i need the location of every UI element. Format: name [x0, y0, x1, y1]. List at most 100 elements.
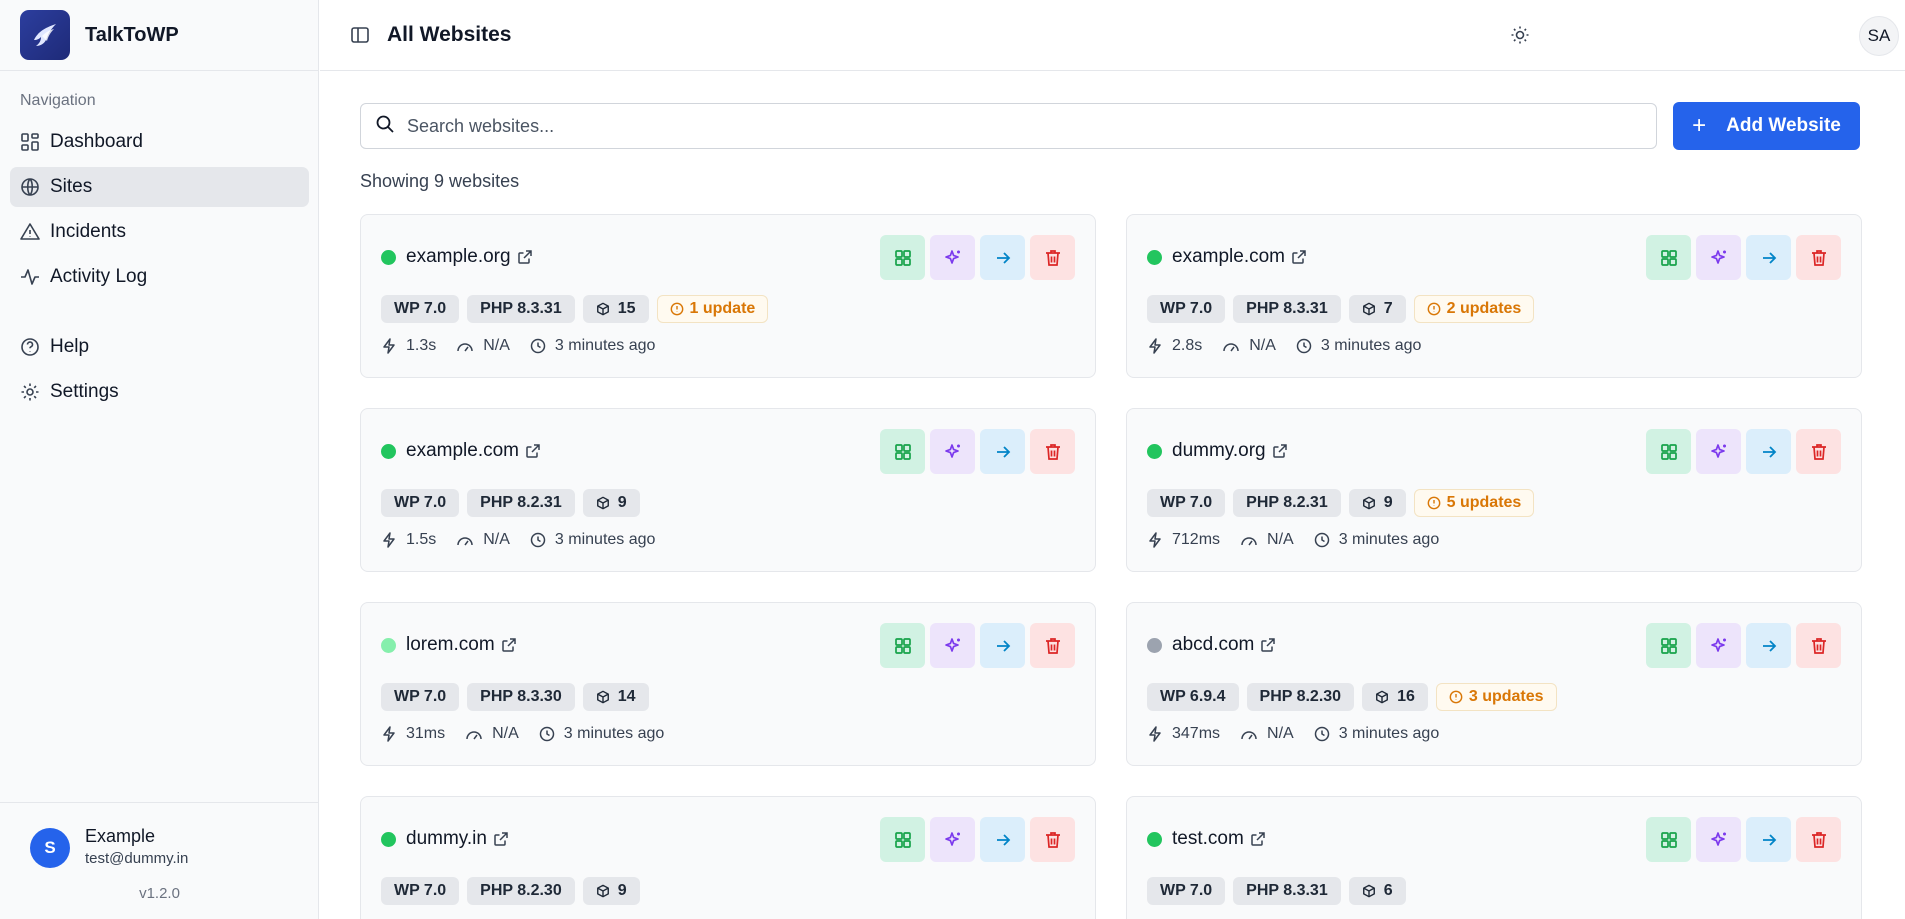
results-count: Showing 9 websites — [360, 171, 520, 191]
site-card[interactable]: dummy.in WP 7.0 PHP 8.2.30 9 — [360, 796, 1096, 919]
avatar[interactable]: S — [30, 828, 70, 868]
site-card[interactable]: example.com WP 7.0 PHP 8.3.31 7 2 update… — [1126, 214, 1862, 378]
warning-circle-icon — [1427, 496, 1441, 510]
delete-site-button[interactable] — [1030, 429, 1075, 474]
external-link-icon[interactable] — [1250, 831, 1266, 847]
open-site-button[interactable] — [1746, 235, 1791, 280]
open-site-button[interactable] — [980, 817, 1025, 862]
open-site-button[interactable] — [1746, 817, 1791, 862]
site-card[interactable]: example.com WP 7.0 PHP 8.2.31 9 1.5s N/A… — [360, 408, 1096, 572]
site-actions — [1641, 429, 1841, 474]
delete-site-button[interactable] — [1030, 623, 1075, 668]
ai-assist-button[interactable] — [930, 817, 975, 862]
external-link-icon[interactable] — [493, 831, 509, 847]
php-version-badge: PHP 8.3.31 — [467, 295, 575, 323]
site-badges: WP 7.0 PHP 8.2.31 9 — [381, 489, 648, 517]
brand: TalkToWP — [0, 0, 318, 71]
external-link-icon[interactable] — [1260, 637, 1276, 653]
ai-assist-button[interactable] — [930, 429, 975, 474]
delete-site-button[interactable] — [1030, 817, 1075, 862]
ai-assist-button[interactable] — [930, 623, 975, 668]
site-card[interactable]: lorem.com WP 7.0 PHP 8.3.30 14 31ms N/A … — [360, 602, 1096, 766]
site-actions — [1641, 817, 1841, 862]
sidebar-item-help[interactable]: Help — [10, 327, 309, 367]
site-name-link[interactable]: example.com — [406, 440, 519, 462]
dashboard-button[interactable] — [1646, 429, 1691, 474]
dashboard-button[interactable] — [880, 429, 925, 474]
site-name-link[interactable]: example.org — [406, 246, 511, 268]
sidebar-item-sites[interactable]: Sites — [10, 167, 309, 207]
open-site-button[interactable] — [1746, 429, 1791, 474]
add-website-label: Add Website — [1726, 115, 1841, 136]
gear-icon — [20, 382, 40, 402]
ai-assist-button[interactable] — [930, 235, 975, 280]
site-name-link[interactable]: abcd.com — [1172, 634, 1254, 656]
external-link-icon[interactable] — [501, 637, 517, 653]
site-card-header: lorem.com — [381, 634, 517, 656]
delete-site-button[interactable] — [1796, 817, 1841, 862]
delete-site-button[interactable] — [1796, 429, 1841, 474]
status-indicator — [1147, 637, 1162, 653]
site-card[interactable]: abcd.com WP 6.9.4 PHP 8.2.30 16 3 update… — [1126, 602, 1862, 766]
updates-badge[interactable]: 1 update — [656, 295, 769, 323]
site-name-link[interactable]: dummy.in — [406, 828, 487, 850]
site-name-link[interactable]: test.com — [1172, 828, 1244, 850]
trash-icon — [1045, 249, 1060, 266]
arrow-right-icon — [1762, 251, 1776, 264]
open-site-button[interactable] — [980, 623, 1025, 668]
user-profile[interactable]: S Example test@dummy.in v1.2.0 — [0, 802, 319, 919]
search-box[interactable] — [360, 103, 1657, 149]
grid-icon — [1660, 443, 1677, 460]
grid-icon — [894, 249, 911, 266]
ai-assist-button[interactable] — [1696, 235, 1741, 280]
sun-icon[interactable] — [1508, 23, 1532, 47]
sparkles-icon — [944, 831, 960, 846]
sidebar-item-activity-log[interactable]: Activity Log — [10, 257, 309, 297]
delete-site-button[interactable] — [1796, 235, 1841, 280]
header-avatar[interactable]: SA — [1859, 16, 1899, 56]
sidebar-item-incidents[interactable]: Incidents — [10, 212, 309, 252]
open-site-button[interactable] — [1746, 623, 1791, 668]
ai-assist-button[interactable] — [1696, 623, 1741, 668]
dashboard-button[interactable] — [1646, 235, 1691, 280]
updates-badge[interactable]: 2 updates — [1413, 295, 1535, 323]
performance-score: N/A — [456, 531, 510, 549]
dashboard-button[interactable] — [1646, 817, 1691, 862]
response-time: 31ms — [381, 725, 445, 743]
sidebar-item-settings[interactable]: Settings — [10, 372, 309, 412]
external-link-icon[interactable] — [517, 249, 533, 265]
delete-site-button[interactable] — [1030, 235, 1075, 280]
external-link-icon[interactable] — [1272, 443, 1288, 459]
open-site-button[interactable] — [980, 235, 1025, 280]
dashboard-button[interactable] — [880, 235, 925, 280]
open-site-button[interactable] — [980, 429, 1025, 474]
site-card[interactable]: dummy.org WP 7.0 PHP 8.2.31 9 5 updates … — [1126, 408, 1862, 572]
sidebar-item-dashboard[interactable]: Dashboard — [10, 122, 309, 162]
site-card[interactable]: example.org WP 7.0 PHP 8.3.31 15 1 updat… — [360, 214, 1096, 378]
php-version-badge: PHP 8.2.31 — [467, 489, 575, 517]
ai-assist-button[interactable] — [1696, 817, 1741, 862]
php-version-badge: PHP 8.3.31 — [1233, 877, 1341, 905]
delete-site-button[interactable] — [1796, 623, 1841, 668]
site-name-link[interactable]: example.com — [1172, 246, 1285, 268]
wp-version-badge: WP 7.0 — [1147, 877, 1226, 905]
brand-logo-icon[interactable] — [20, 10, 70, 60]
site-badges: WP 6.9.4 PHP 8.2.30 16 3 updates — [1147, 683, 1557, 711]
add-website-button[interactable]: + Add Website — [1673, 102, 1860, 150]
site-card-header: dummy.org — [1147, 440, 1288, 462]
site-name-link[interactable]: lorem.com — [406, 634, 495, 656]
external-link-icon[interactable] — [525, 443, 541, 459]
clock-icon — [1296, 338, 1312, 354]
site-card-header: test.com — [1147, 828, 1266, 850]
dashboard-button[interactable] — [880, 623, 925, 668]
updates-badge[interactable]: 5 updates — [1413, 489, 1535, 517]
sidebar-toggle-icon[interactable] — [348, 23, 372, 47]
ai-assist-button[interactable] — [1696, 429, 1741, 474]
search-input[interactable] — [407, 115, 1607, 137]
dashboard-button[interactable] — [880, 817, 925, 862]
site-card[interactable]: test.com WP 7.0 PHP 8.3.31 6 — [1126, 796, 1862, 919]
site-name-link[interactable]: dummy.org — [1172, 440, 1266, 462]
external-link-icon[interactable] — [1291, 249, 1307, 265]
dashboard-button[interactable] — [1646, 623, 1691, 668]
updates-badge[interactable]: 3 updates — [1435, 683, 1557, 711]
